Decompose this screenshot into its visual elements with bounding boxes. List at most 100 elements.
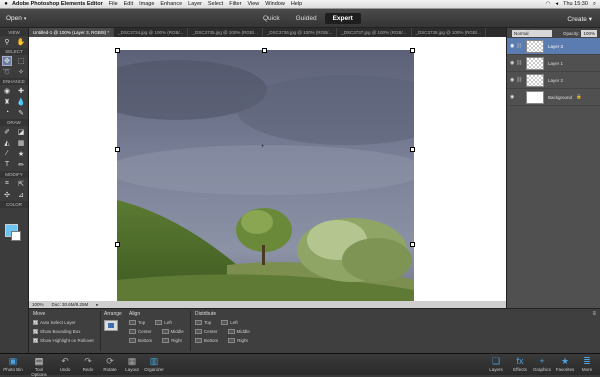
redo-button[interactable]: ↷ Redo	[76, 355, 100, 372]
menu-image[interactable]: Image	[139, 1, 154, 7]
favorites-button[interactable]: ★ Favorites	[553, 355, 577, 372]
menu-window[interactable]: Window	[265, 1, 285, 7]
spot-healing-tool-icon[interactable]: ✚	[16, 86, 26, 96]
checkbox-box[interactable]: ✓	[33, 320, 38, 325]
align-center-button[interactable]: Center	[129, 329, 152, 334]
show-highlight-checkbox[interactable]: ✓ Show Highlight on Rollover	[33, 338, 94, 343]
rotate-button[interactable]: ⟳ Rotate	[98, 355, 122, 372]
align-left-button[interactable]: Left	[155, 320, 172, 325]
canvas-area[interactable]: +	[29, 37, 506, 301]
menu-view[interactable]: View	[247, 1, 259, 7]
crop-tool-icon[interactable]: ⌗	[2, 179, 12, 189]
marquee-tool-icon[interactable]: ⬚	[16, 56, 26, 66]
content-aware-move-tool-icon[interactable]: ✣	[2, 190, 12, 200]
link-icon[interactable]: ⛓	[516, 77, 522, 83]
layer-row-background[interactable]: ◉ Background 🔒	[507, 89, 600, 106]
distribute-left-button[interactable]: Left	[221, 320, 238, 325]
distribute-middle-button[interactable]: Middle	[227, 329, 250, 334]
wifi-icon[interactable]: ◠	[546, 1, 551, 7]
link-icon[interactable]: ⛓	[516, 60, 522, 66]
graphics-button[interactable]: + Graphics	[530, 355, 554, 372]
paint-bucket-tool-icon[interactable]: ◭	[2, 138, 12, 148]
red-eye-tool-icon[interactable]: ◉	[2, 86, 12, 96]
pencil-tool-icon[interactable]: ✏	[16, 160, 26, 170]
menu-layer[interactable]: Layer	[188, 1, 202, 7]
distribute-bottom-button[interactable]: Bottom	[195, 338, 218, 343]
distribute-top-button[interactable]: Top	[195, 320, 211, 325]
doc-tab-dsc3736[interactable]: _DSC3736.jpg @ 100% (RGB/...	[263, 28, 338, 37]
layer-row-layer-3[interactable]: ◉ ⛓ Layer 3	[507, 38, 600, 55]
photo-bin-button[interactable]: ▣ Photo Bin	[1, 355, 25, 372]
organizer-button[interactable]: ▥ Organizer	[142, 355, 166, 372]
bounding-box-handle-mr[interactable]	[410, 147, 415, 152]
link-icon[interactable]: ⛓	[516, 43, 522, 49]
app-name-menu[interactable]: Adobe Photoshop Elements Editor	[12, 1, 103, 7]
checkbox-box[interactable]: ✓	[33, 329, 38, 334]
smart-brush-tool-icon[interactable]: ✎	[16, 108, 26, 118]
gradient-tool-icon[interactable]: ▦	[16, 138, 26, 148]
clone-stamp-tool-icon[interactable]: ♜	[2, 97, 12, 107]
menu-edit[interactable]: Edit	[124, 1, 133, 7]
more-button[interactable]: ≣ More	[575, 355, 599, 372]
bounding-box-handle-tl[interactable]	[115, 48, 120, 53]
doc-tab-dsc3737[interactable]: _DSC3737.jpg @ 100% (RGB/...	[337, 28, 412, 37]
doc-tab-dsc3734[interactable]: _DSC3734.jpg @ 100% (RGB/...	[114, 28, 189, 37]
visibility-eye-icon[interactable]: ◉	[510, 94, 516, 100]
eyedropper-tool-icon[interactable]: ⁄	[2, 149, 12, 159]
type-tool-icon[interactable]: T	[2, 160, 12, 170]
opacity-input[interactable]: 100%	[581, 29, 597, 37]
align-middle-button[interactable]: Middle	[161, 329, 184, 334]
volume-icon[interactable]: ◂	[555, 1, 558, 7]
align-top-button[interactable]: Top	[129, 320, 145, 325]
distribute-right-button[interactable]: Right	[228, 338, 248, 343]
effects-button[interactable]: fx Effects	[508, 355, 532, 372]
zoom-tool-icon[interactable]: ⚲	[2, 37, 12, 47]
distribute-center-button[interactable]: Center	[195, 329, 218, 334]
bounding-box-handle-bl[interactable]	[115, 242, 120, 247]
clock[interactable]: Thu 15:30	[563, 1, 588, 7]
status-menu-arrow-icon[interactable]: ▸	[96, 302, 98, 308]
menu-enhance[interactable]: Enhance	[160, 1, 182, 7]
layer-image[interactable]	[117, 50, 414, 301]
doc-tab-untitled-1[interactable]: Untitled-1 @ 100% (Layer 3, RGB/8) *	[29, 28, 115, 37]
auto-select-layer-checkbox[interactable]: ✓ Auto Select Layer	[33, 320, 94, 325]
layout-button[interactable]: ▦ Layout	[120, 355, 144, 372]
show-bounding-box-checkbox[interactable]: ✓ Show Bounding Box	[33, 329, 94, 334]
mode-guided[interactable]: Guided	[288, 13, 325, 24]
bounding-box-handle-br[interactable]	[410, 242, 415, 247]
layer-row-layer-1[interactable]: ◉ ⛓ Layer 1	[507, 55, 600, 72]
options-menu-icon[interactable]: ≡	[592, 311, 596, 317]
arrange-dropdown[interactable]	[104, 320, 118, 331]
spotlight-icon[interactable]: ⌕	[593, 1, 596, 8]
menu-select[interactable]: Select	[208, 1, 223, 7]
undo-button[interactable]: ↶ Undo	[53, 355, 77, 372]
create-button[interactable]: Create ▾	[567, 15, 592, 23]
bounding-box-handle-ml[interactable]	[115, 147, 120, 152]
brush-tool-icon[interactable]: ✐	[2, 127, 12, 137]
layer-row-layer-2[interactable]: ◉ ⛓ Layer 2	[507, 72, 600, 89]
straighten-tool-icon[interactable]: ⊿	[16, 190, 26, 200]
mode-expert[interactable]: Expert	[324, 13, 361, 24]
sponge-tool-icon[interactable]: ◔	[2, 108, 12, 118]
eraser-tool-icon[interactable]: ◪	[16, 127, 26, 137]
blend-mode-select[interactable]: Normal	[512, 29, 552, 37]
tool-options-button[interactable]: ▤ Tool Options	[27, 355, 51, 377]
menu-help[interactable]: Help	[291, 1, 302, 7]
open-button[interactable]: Open ▾	[6, 15, 26, 22]
menu-file[interactable]: File	[109, 1, 118, 7]
layers-button[interactable]: ❏ Layers	[484, 355, 508, 372]
apple-menu-icon[interactable]: ●	[0, 1, 12, 7]
custom-shape-tool-icon[interactable]: ★	[16, 149, 26, 159]
move-tool-icon[interactable]: ✥	[2, 55, 12, 66]
bounding-box-handle-tm[interactable]	[262, 48, 267, 53]
blur-tool-icon[interactable]: 💧	[16, 97, 26, 107]
recompose-tool-icon[interactable]: ⇱	[16, 179, 26, 189]
align-right-button[interactable]: Right	[162, 338, 182, 343]
hand-tool-icon[interactable]: ✋	[16, 37, 26, 47]
menu-filter[interactable]: Filter	[229, 1, 241, 7]
align-bottom-button[interactable]: Bottom	[129, 338, 152, 343]
mode-quick[interactable]: Quick	[255, 13, 288, 24]
doc-tab-dsc3735[interactable]: _DSC3735.jpg @ 100% (RGB/...	[188, 28, 263, 37]
background-color-swatch[interactable]	[11, 231, 21, 241]
magic-wand-tool-icon[interactable]: ✧	[16, 67, 26, 77]
